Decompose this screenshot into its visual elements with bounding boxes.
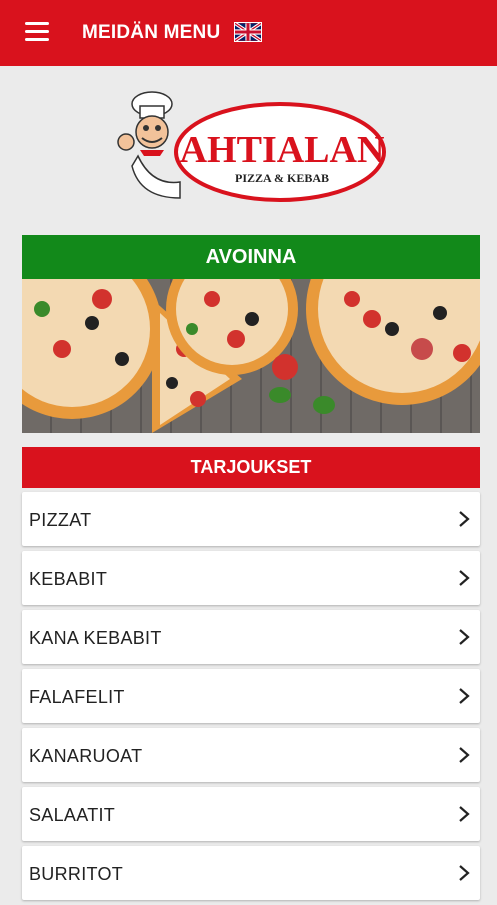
chef-mascot-icon (117, 91, 181, 199)
menu-item-kanaruoat[interactable]: KANARUOAT (22, 728, 480, 782)
menu-item-salaatit[interactable]: SALAATIT (22, 787, 480, 841)
menu-category-list: PIZZAT KEBABIT KANA KEBABIT FALAFELIT KA… (22, 492, 480, 905)
restaurant-logo: AHTIALAN PIZZA & KEBAB (117, 91, 386, 202)
menu-item-kana-kebabit[interactable]: KANA KEBABIT (22, 610, 480, 664)
chevron-right-icon (459, 511, 470, 527)
menu-item-label: BURRITOT (29, 864, 124, 884)
chevron-right-icon (459, 865, 470, 881)
page-title: MEIDÄN MENU (82, 22, 221, 43)
menu-item-label: FALAFELIT (29, 687, 125, 707)
menu-item-kebabit[interactable]: KEBABIT (22, 551, 480, 605)
svg-text:PIZZA & KEBAB: PIZZA & KEBAB (235, 171, 329, 185)
menu-item-label: KANA KEBABIT (29, 628, 162, 648)
chevron-right-icon (459, 747, 470, 763)
hamburger-menu-icon[interactable] (25, 22, 49, 42)
menu-item-label: PIZZAT (29, 510, 92, 530)
open-status-banner: AVOINNA (22, 235, 480, 279)
chevron-right-icon (459, 688, 470, 704)
offers-button[interactable]: TARJOUKSET (22, 447, 480, 488)
top-app-bar: MEIDÄN MENU (0, 0, 497, 66)
chevron-right-icon (459, 806, 470, 822)
chevron-right-icon (459, 629, 470, 645)
menu-item-label: KANARUOAT (29, 746, 143, 766)
menu-item-label: SALAATIT (29, 805, 116, 825)
menu-item-falafelit[interactable]: FALAFELIT (22, 669, 480, 723)
svg-text:AHTIALAN: AHTIALAN (180, 129, 385, 171)
menu-item-pizzat[interactable]: PIZZAT (22, 492, 480, 546)
chevron-right-icon (459, 570, 470, 586)
pizza-banner-image (22, 279, 480, 433)
menu-item-label: KEBABIT (29, 569, 108, 589)
uk-flag-icon[interactable] (234, 22, 262, 42)
menu-item-burritot[interactable]: BURRITOT (22, 846, 480, 900)
